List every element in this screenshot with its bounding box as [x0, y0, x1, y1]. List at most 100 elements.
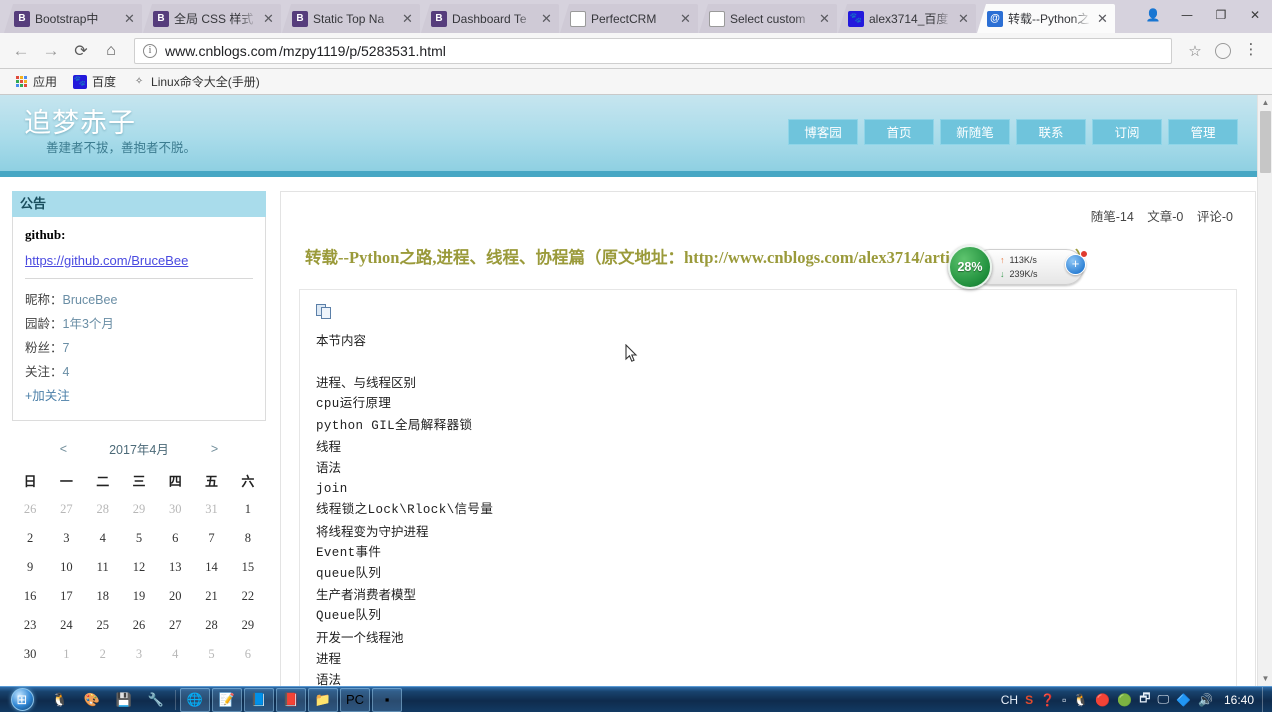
calendar-day[interactable]: 15 [230, 553, 266, 582]
pycharm-icon[interactable]: PC [340, 688, 370, 712]
notepad-icon[interactable]: 📝 [212, 688, 242, 712]
explorer-icon[interactable]: 📁 [308, 688, 338, 712]
calendar-day[interactable]: 4 [157, 640, 193, 669]
calendar-day[interactable]: 20 [157, 582, 193, 611]
calendar-day[interactable]: 13 [157, 553, 193, 582]
browser-tab[interactable]: B Static Top Na ✕ [282, 4, 420, 33]
calendar-day[interactable]: 14 [193, 553, 229, 582]
home-icon[interactable]: ⌂ [98, 38, 124, 64]
reload-icon[interactable]: ⟳ [68, 38, 94, 64]
cmd-icon[interactable]: ▪ [372, 688, 402, 712]
close-icon[interactable]: ✕ [679, 11, 692, 27]
browser-tab[interactable]: B Bootstrap中 ✕ [4, 4, 142, 33]
close-icon[interactable]: ✕ [262, 11, 275, 27]
cpu-percent-badge[interactable]: 28% [948, 245, 992, 289]
close-icon[interactable]: ✕ [540, 11, 553, 27]
calendar-day[interactable]: 6 [230, 640, 266, 669]
user-icon[interactable]: 👤 [1136, 0, 1170, 30]
qq-icon[interactable]: 🐧 [1073, 693, 1088, 707]
monitor-icon[interactable]: 🖵 [1157, 692, 1169, 707]
calendar-day[interactable]: 25 [85, 611, 121, 640]
show-desktop-button[interactable] [1262, 687, 1272, 713]
close-icon[interactable]: ✕ [401, 11, 414, 27]
calendar-day[interactable]: 5 [193, 640, 229, 669]
calendar-day[interactable]: 6 [157, 524, 193, 553]
calendar-day[interactable]: 3 [48, 524, 84, 553]
browser-tab[interactable]: ▤ Select custom ✕ [699, 4, 837, 33]
sogou-icon[interactable]: S [1025, 693, 1033, 707]
bookmark-apps[interactable]: 应用 [8, 71, 63, 92]
calendar-day[interactable]: 26 [12, 495, 48, 524]
calendar-day[interactable]: 27 [48, 495, 84, 524]
ball-icon[interactable]: 🔴 [1095, 693, 1110, 707]
shield-icon[interactable]: 🟢 [1117, 693, 1132, 707]
blog-title[interactable]: 追梦赤子 [24, 101, 136, 140]
browser-tab-active[interactable]: @ 转载--Python之 ✕ [977, 4, 1115, 33]
qq-icon[interactable]: 🐧 [45, 688, 75, 712]
app-icon[interactable]: 🔷 [1176, 693, 1191, 707]
calendar-day[interactable]: 21 [193, 582, 229, 611]
calendar-day[interactable]: 10 [48, 553, 84, 582]
calendar-day[interactable]: 8 [230, 524, 266, 553]
calendar-day[interactable]: 4 [85, 524, 121, 553]
scrollbar-thumb[interactable] [1260, 111, 1271, 173]
calendar-day[interactable]: 9 [12, 553, 48, 582]
calendar-day[interactable]: 30 [157, 495, 193, 524]
maximize-icon[interactable]: ❐ [1204, 0, 1238, 30]
calendar-day[interactable]: 2 [12, 524, 48, 553]
paint-icon[interactable]: 🎨 [77, 688, 107, 712]
help-icon[interactable]: ❓ [1040, 693, 1055, 707]
calendar-day[interactable]: 23 [12, 611, 48, 640]
nav-item-cnblogs[interactable]: 博客园 [788, 119, 858, 145]
page-info-icon[interactable]: i [143, 44, 157, 58]
close-icon[interactable]: ✕ [1096, 11, 1109, 27]
calendar-day[interactable]: 16 [12, 582, 48, 611]
minimize-icon[interactable]: — [1170, 0, 1204, 30]
calendar-day[interactable]: 22 [230, 582, 266, 611]
start-button[interactable] [0, 687, 44, 713]
browser-tab[interactable]: B Dashboard Te ✕ [421, 4, 559, 33]
network-speed-widget[interactable]: ↑ 113K/s ↓ 239K/s 28% + [948, 245, 1084, 289]
close-icon[interactable]: ✕ [957, 11, 970, 27]
profile-icon[interactable] [1210, 38, 1236, 64]
calendar-day[interactable]: 28 [193, 611, 229, 640]
browser-tab[interactable]: ▤ PerfectCRM ✕ [560, 4, 698, 33]
calendar-day[interactable]: 18 [85, 582, 121, 611]
calendar-day[interactable]: 2 [85, 640, 121, 669]
calendar-day[interactable]: 29 [121, 495, 157, 524]
save-icon[interactable]: 💾 [109, 688, 139, 712]
calendar-day[interactable]: 5 [121, 524, 157, 553]
menu-icon[interactable]: ⋮ [1238, 38, 1264, 64]
calendar-day[interactable]: 24 [48, 611, 84, 640]
nav-item-subscribe[interactable]: 订阅 [1092, 119, 1162, 145]
chrome-icon[interactable]: 🌐 [180, 688, 210, 712]
calendar-next-button[interactable]: > [211, 442, 218, 456]
calendar-day[interactable]: 12 [121, 553, 157, 582]
browser-tab[interactable]: 🐾 alex3714_百度 ✕ [838, 4, 976, 33]
bookmark-baidu[interactable]: 🐾 百度 [67, 71, 122, 92]
calendar-prev-button[interactable]: < [60, 442, 67, 456]
network-icon[interactable]: 🗗 [1139, 689, 1150, 710]
expand-icon[interactable]: ▫ [1062, 693, 1066, 707]
follow-link[interactable]: +加关注 [25, 384, 253, 408]
calendar-day[interactable]: 1 [48, 640, 84, 669]
nav-item-new-post[interactable]: 新随笔 [940, 119, 1010, 145]
calendar-day[interactable]: 3 [121, 640, 157, 669]
copy-icon[interactable] [316, 304, 332, 319]
close-icon[interactable]: ✕ [818, 11, 831, 27]
browser-tab[interactable]: B 全局 CSS 样式 ✕ [143, 4, 281, 33]
nav-item-admin[interactable]: 管理 [1168, 119, 1238, 145]
close-icon[interactable]: ✕ [123, 11, 136, 27]
calendar-day[interactable]: 19 [121, 582, 157, 611]
powerpoint-icon[interactable]: 📕 [276, 688, 306, 712]
nav-item-contact[interactable]: 联系 [1016, 119, 1086, 145]
calendar-day[interactable]: 29 [230, 611, 266, 640]
taskbar-clock[interactable]: 16:40 [1220, 693, 1254, 707]
forward-icon[interactable]: → [38, 38, 64, 64]
calendar-day[interactable]: 28 [85, 495, 121, 524]
calendar-day[interactable]: 30 [12, 640, 48, 669]
calendar-day[interactable]: 26 [121, 611, 157, 640]
calendar-day[interactable]: 27 [157, 611, 193, 640]
nav-item-home[interactable]: 首页 [864, 119, 934, 145]
scroll-down-icon[interactable]: ▼ [1258, 671, 1272, 686]
